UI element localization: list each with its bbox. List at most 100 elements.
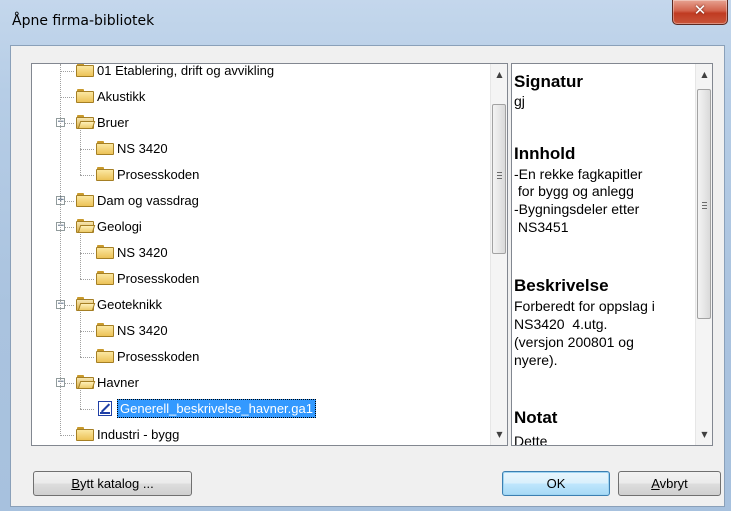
folder-closed-icon: [76, 427, 94, 441]
tree-connector: [60, 71, 74, 73]
folder-flap: [77, 303, 96, 311]
tree-item[interactable]: − Geoteknikk: [32, 292, 490, 318]
innhold-line: -En rekke fagkapitler: [514, 166, 643, 182]
folder-closed-icon: [96, 167, 114, 181]
grip-icon: [702, 202, 707, 203]
ok-button[interactable]: OK: [502, 471, 610, 496]
folder-closed-icon: [76, 64, 94, 77]
tree-item-selected[interactable]: Generell_beskrivelse_havner.ga1: [32, 396, 490, 422]
beskrivelse-line: (versjon 200801 og: [514, 334, 634, 350]
folder-body: [96, 325, 114, 337]
tree-guide-line: [60, 64, 62, 436]
change-catalog-button[interactable]: Bytt katalog ...: [33, 471, 192, 496]
close-button[interactable]: ✕: [672, 0, 728, 25]
file-icon-base: [100, 412, 110, 414]
tree-item[interactable]: Prosesskoden: [32, 266, 490, 292]
close-icon: ✕: [693, 1, 707, 19]
tree-item[interactable]: Industri - bygg: [32, 422, 490, 445]
tree-item-label: Generell_beskrivelse_havner.ga1: [117, 399, 316, 418]
grip-icon: [702, 208, 707, 209]
folder-closed-icon: [96, 271, 114, 285]
scroll-thumb[interactable]: [697, 89, 711, 319]
tree-item-label: Prosesskoden: [117, 349, 200, 364]
library-tree[interactable]: 01 Etablering, drift og avvikling Akustik…: [31, 63, 508, 446]
folder-body: [76, 91, 94, 103]
mnemonic-letter: A: [651, 476, 660, 491]
tree-item[interactable]: + Dam og vassdrag: [32, 188, 490, 214]
tree-item[interactable]: − Geologi: [32, 214, 490, 240]
beskrivelse-heading: Beskrivelse: [514, 276, 609, 295]
tree-item[interactable]: NS 3420: [32, 240, 490, 266]
tree-item-label: Dam og vassdrag: [97, 193, 199, 208]
tree-item[interactable]: − Bruer: [32, 110, 490, 136]
tree-item-label: Akustikk: [97, 89, 146, 104]
tree-item-label: NS 3420: [117, 141, 168, 156]
tree-guide-line: [80, 390, 82, 409]
tree-item[interactable]: 01 Etablering, drift og avvikling: [32, 64, 490, 84]
beskrivelse-line: nyere).: [514, 352, 558, 368]
tree-item-label: NS 3420: [117, 323, 168, 338]
innhold-line: for bygg og anlegg: [514, 183, 634, 199]
tree-item-label: Prosesskoden: [117, 167, 200, 182]
dialog-title: Åpne firma-bibliotek: [12, 13, 155, 29]
tree-item[interactable]: − Havner: [32, 370, 490, 396]
beskrivelse-line: Forberedt for oppslag i: [514, 298, 655, 314]
cancel-button[interactable]: Avbryt: [618, 471, 721, 496]
signatur-heading: Signatur: [514, 72, 583, 91]
signatur-text: gj: [514, 93, 525, 109]
notat-text: Dette: [514, 433, 548, 446]
library-file-icon: [98, 401, 112, 416]
tree-connector: [60, 97, 74, 99]
tree-item-label: Bruer: [97, 115, 129, 130]
folder-body: [96, 273, 114, 285]
tree-item-label: Industri - bygg: [97, 427, 180, 442]
dialog-content: 01 Etablering, drift og avvikling Akustik…: [10, 45, 725, 507]
grip-icon: [497, 178, 502, 179]
title-bar[interactable]: Åpne firma-bibliotek ✕: [0, 0, 731, 44]
folder-flap: [77, 225, 96, 233]
folder-body: [96, 351, 114, 363]
tree-item-label: Havner: [97, 375, 139, 390]
grip-icon: [497, 175, 502, 176]
folder-closed-icon: [96, 245, 114, 259]
folder-flap: [77, 381, 96, 389]
folder-closed-icon: [76, 89, 94, 103]
scroll-down-arrow-icon[interactable]: ▼: [491, 426, 507, 443]
library-info-panel[interactable]: Signatur gj Innhold -En rekke fagkapitle…: [511, 63, 713, 446]
folder-closed-icon: [96, 349, 114, 363]
grip-icon: [497, 172, 502, 173]
info-scrollbar[interactable]: ▲ ▼: [695, 64, 712, 445]
folder-closed-icon: [96, 141, 114, 155]
scroll-up-arrow-icon[interactable]: ▲: [696, 66, 712, 83]
scroll-up-arrow-icon[interactable]: ▲: [491, 66, 507, 83]
tree-item[interactable]: NS 3420: [32, 318, 490, 344]
scroll-thumb[interactable]: [492, 104, 506, 254]
folder-closed-icon: [96, 323, 114, 337]
folder-body: [76, 65, 94, 77]
tree-connector: [80, 279, 94, 281]
tree-connector: [80, 331, 94, 333]
tree-connector: [80, 357, 94, 359]
tree-guide-line: [80, 130, 82, 175]
tree-scrollbar[interactable]: ▲ ▼: [490, 64, 507, 445]
tree-connector: [80, 175, 94, 177]
tree-item[interactable]: NS 3420: [32, 136, 490, 162]
tree-item-label: Geoteknikk: [97, 297, 163, 312]
notat-heading: Notat: [514, 408, 558, 427]
tree-item[interactable]: Akustikk: [32, 84, 490, 110]
tree-guide-line: [80, 312, 82, 357]
tree-item[interactable]: Prosesskoden: [32, 162, 490, 188]
innhold-line: -Bygningsdeler etter: [514, 201, 640, 217]
tree-item[interactable]: Prosesskoden: [32, 344, 490, 370]
folder-body: [76, 429, 94, 441]
tree-item-label: NS 3420: [117, 245, 168, 260]
tree-view[interactable]: 01 Etablering, drift og avvikling Akustik…: [32, 64, 490, 445]
info-text: Signatur gj Innhold -En rekke fagkapitle…: [512, 64, 696, 445]
scroll-down-arrow-icon[interactable]: ▼: [696, 426, 712, 443]
grip-icon: [702, 205, 707, 206]
folder-open-icon: [76, 115, 96, 129]
tree-connector: [80, 253, 94, 255]
folder-open-icon: [76, 219, 96, 233]
tree-item-label: Geologi: [97, 219, 142, 234]
dialog-window: Åpne firma-bibliotek ✕ 01 Etablering, dr…: [0, 0, 731, 511]
